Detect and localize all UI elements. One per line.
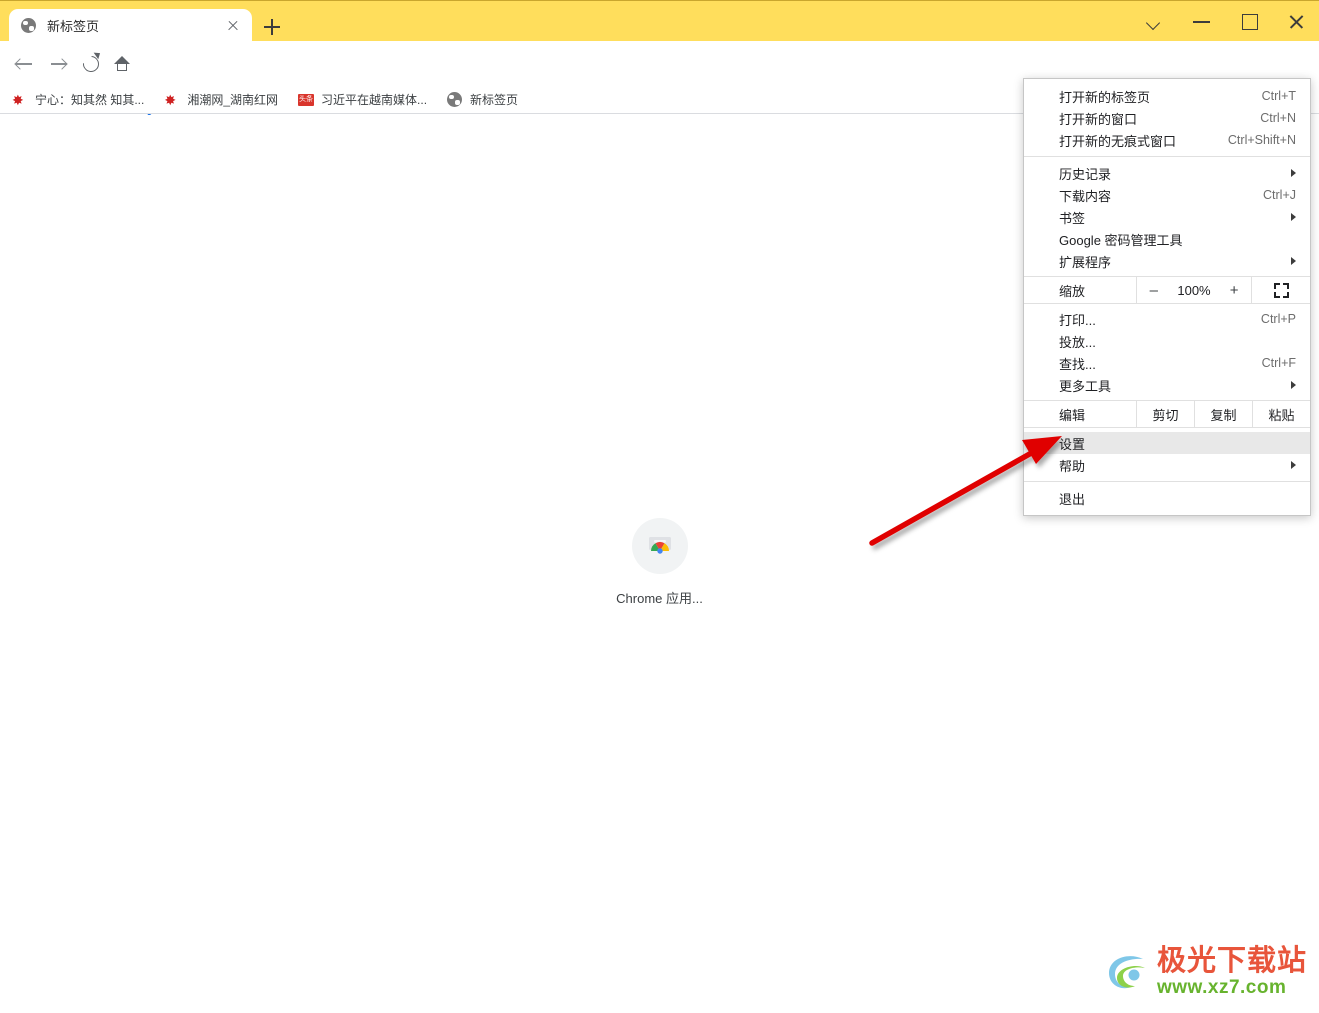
menu-item-new-incognito-window[interactable]: 打开新的无痕式窗口 Ctrl+Shift+N <box>1024 129 1310 151</box>
menu-item-accel: Ctrl+T <box>1261 89 1296 103</box>
globe-icon <box>21 17 37 34</box>
copy-button[interactable]: 复制 <box>1194 401 1252 427</box>
zoom-controls: – 100% + <box>1136 277 1251 303</box>
menu-item-label: 查找... <box>1059 356 1096 372</box>
zoom-out-button[interactable]: – <box>1144 282 1164 299</box>
menu-item-settings[interactable]: 设置 <box>1024 432 1310 454</box>
bookmark-item[interactable]: 新标签页 <box>439 88 526 112</box>
menu-item-exit[interactable]: 退出 <box>1024 487 1310 509</box>
edit-label: 编辑 <box>1059 407 1086 423</box>
menu-item-label: 打开新的窗口 <box>1059 111 1138 127</box>
menu-item-extensions[interactable]: 扩展程序 <box>1024 250 1310 272</box>
menu-item-label: 扩展程序 <box>1059 254 1112 270</box>
fullscreen-button[interactable] <box>1251 277 1310 303</box>
menu-item-label: 设置 <box>1059 436 1086 452</box>
bookmark-item[interactable]: ✸ 宁心：知其然 知其... <box>4 88 152 112</box>
chevron-right-icon <box>1291 169 1296 177</box>
menu-item-label: 更多工具 <box>1059 378 1112 394</box>
cut-button[interactable]: 剪切 <box>1136 401 1194 427</box>
reload-icon[interactable] <box>76 49 106 79</box>
menu-separator <box>1024 481 1310 482</box>
aurora-logo-icon <box>1108 956 1145 989</box>
chrome-apps-icon <box>631 518 688 574</box>
menu-item-google-password-manager[interactable]: Google 密码管理工具 <box>1024 228 1310 250</box>
close-window-button[interactable] <box>1272 1 1319 42</box>
chevron-down-icon[interactable] <box>1131 1 1178 42</box>
fullscreen-icon <box>1273 282 1289 298</box>
chevron-right-icon <box>1291 381 1296 389</box>
chevron-right-icon <box>1291 461 1296 469</box>
red-burst-icon: ✸ <box>164 91 177 108</box>
paste-button[interactable]: 粘贴 <box>1252 401 1310 427</box>
menu-zoom-row: 缩放 – 100% + <box>1024 276 1310 304</box>
menu-item-bookmarks[interactable]: 书签 <box>1024 206 1310 228</box>
watermark-url: www.xz7.com <box>1156 977 1287 998</box>
chrome-apps-label: Chrome 应用... <box>616 591 703 606</box>
chevron-right-icon <box>1291 257 1296 265</box>
bookmark-label: 湘潮网_湖南红网 <box>187 93 279 107</box>
globe-icon <box>447 91 463 108</box>
red-burst-icon: ✸ <box>12 91 24 108</box>
menu-item-label: 下载内容 <box>1059 188 1112 204</box>
home-icon[interactable] <box>107 49 137 79</box>
bookmark-label: 宁心：知其然 知其... <box>35 93 145 107</box>
toutiao-icon-text: 头条 <box>298 93 315 106</box>
menu-item-label: 打开新的无痕式窗口 <box>1059 133 1177 149</box>
menu-edit-row: 编辑 剪切 复制 粘贴 <box>1024 400 1310 428</box>
tab-active[interactable]: 新标签页 <box>9 9 252 42</box>
bookmark-item[interactable]: ✸ 湘潮网_湖南红网 <box>156 88 286 112</box>
bookmark-label: 新标签页 <box>470 93 519 107</box>
tab-title: 新标签页 <box>47 19 100 34</box>
site-watermark: 极光下载站 www.xz7.com <box>1101 945 1307 999</box>
menu-item-find[interactable]: 查找... Ctrl+F <box>1024 352 1310 374</box>
menu-item-label: 帮助 <box>1059 458 1086 474</box>
minimize-button[interactable] <box>1178 1 1225 42</box>
menu-item-more-tools[interactable]: 更多工具 <box>1024 374 1310 396</box>
forward-arrow-icon[interactable] <box>44 49 74 79</box>
menu-item-label: 历史记录 <box>1059 166 1112 182</box>
browser-window: 新标签页 ✸ 宁心：知其然 知其... ✸ 湘潮网_湖南红网 头条 习近平在越南… <box>0 0 1319 1013</box>
menu-item-accel: Ctrl+F <box>1261 356 1296 370</box>
menu-item-accel: Ctrl+P <box>1260 312 1296 326</box>
maximize-button[interactable] <box>1225 1 1272 42</box>
menu-item-label: 投放... <box>1059 334 1096 350</box>
menu-item-accel: Ctrl+Shift+N <box>1227 133 1296 147</box>
chrome-apps-shortcut[interactable]: Chrome 应用... <box>0 518 1319 607</box>
menu-item-label: 书签 <box>1059 210 1086 226</box>
menu-item-label: 打开新的标签页 <box>1059 89 1151 105</box>
menu-item-new-tab[interactable]: 打开新的标签页 Ctrl+T <box>1024 85 1310 107</box>
watermark-title: 极光下载站 <box>1156 945 1307 977</box>
toutiao-icon: 头条 <box>298 92 315 108</box>
bookmark-item[interactable]: 头条 习近平在越南媒体... <box>290 88 435 112</box>
menu-item-downloads[interactable]: 下载内容 Ctrl+J <box>1024 184 1310 206</box>
menu-item-accel: Ctrl+N <box>1260 111 1296 125</box>
menu-item-accel: Ctrl+J <box>1263 188 1296 202</box>
zoom-level-value: 100% <box>1177 282 1211 298</box>
window-controls <box>1131 1 1319 42</box>
menu-item-history[interactable]: 历史记录 <box>1024 162 1310 184</box>
zoom-in-button[interactable]: + <box>1224 282 1244 299</box>
title-bar: 新标签页 <box>0 0 1319 42</box>
menu-item-label: Google 密码管理工具 <box>1059 232 1183 248</box>
menu-item-print[interactable]: 打印... Ctrl+P <box>1024 308 1310 330</box>
back-arrow-icon[interactable] <box>9 49 39 79</box>
close-icon[interactable] <box>222 15 244 37</box>
menu-item-label: 退出 <box>1059 491 1086 507</box>
menu-item-help[interactable]: 帮助 <box>1024 454 1310 476</box>
bookmark-label: 习近平在越南媒体... <box>321 93 428 107</box>
menu-item-cast[interactable]: 投放... <box>1024 330 1310 352</box>
menu-item-new-window[interactable]: 打开新的窗口 Ctrl+N <box>1024 107 1310 129</box>
chevron-right-icon <box>1291 213 1296 221</box>
menu-separator <box>1024 156 1310 157</box>
new-tab-button[interactable] <box>258 13 286 41</box>
menu-item-label: 打印... <box>1059 312 1096 328</box>
chrome-main-menu: 打开新的标签页 Ctrl+T 打开新的窗口 Ctrl+N 打开新的无痕式窗口 C… <box>1023 78 1311 516</box>
zoom-label: 缩放 <box>1059 283 1086 299</box>
